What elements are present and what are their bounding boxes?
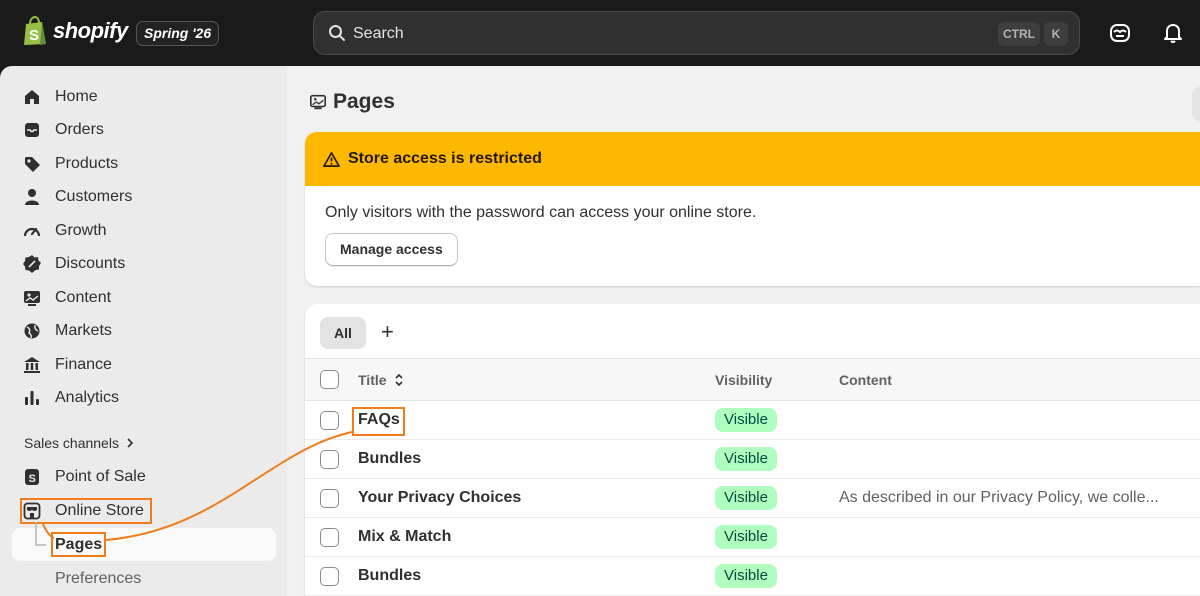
row-checkbox[interactable] (320, 489, 339, 508)
bar-chart-icon (25, 391, 39, 405)
pos-icon: S (25, 469, 39, 485)
visibility-badge: Visible (715, 525, 777, 549)
sidebar-item-label: Analytics (55, 389, 120, 406)
image-icon (309, 94, 327, 110)
bell-icon[interactable] (1161, 21, 1185, 45)
sidebar-item-products[interactable]: Products (22, 149, 118, 179)
edition-badge[interactable]: Spring '26 (136, 21, 220, 46)
sidebar-item-discounts[interactable]: Discounts (22, 249, 125, 279)
sidebar-item-label: Growth (55, 222, 107, 239)
sidebar-item-label: Orders (55, 121, 104, 138)
top-bar: S shopify Spring '26 Search CTRL K (0, 0, 1200, 66)
search-bar[interactable]: Search CTRL K (313, 11, 1080, 55)
pages-table-card: All + Title Visibility Content FAQs Visi… (305, 304, 1200, 596)
page-action-button[interactable] (1192, 87, 1200, 121)
row-checkbox[interactable] (320, 567, 339, 586)
select-all-checkbox[interactable] (320, 370, 339, 389)
image-icon (24, 291, 40, 306)
row-checkbox[interactable] (320, 528, 339, 547)
visibility-badge: Visible (715, 447, 777, 471)
sidebar-item-label: Products (55, 155, 119, 172)
table-row[interactable]: Your Privacy Choices Visible As describe… (305, 479, 1200, 518)
tag-icon (25, 157, 40, 172)
store-avatar-icon[interactable] (1108, 21, 1132, 45)
banner-title: Store access is restricted (348, 150, 542, 167)
sidebar-item-growth[interactable]: Growth (22, 216, 107, 246)
row-checkbox[interactable] (320, 411, 339, 430)
sales-channels-heading[interactable]: Sales channels (24, 435, 137, 451)
row-title[interactable]: Your Privacy Choices (358, 489, 521, 507)
row-checkbox[interactable] (320, 450, 339, 469)
row-title[interactable]: Bundles (358, 567, 421, 585)
table-header: Title Visibility Content (305, 358, 1200, 401)
highlight-faqs-row (352, 407, 405, 436)
bank-icon (24, 357, 40, 373)
svg-text:S: S (29, 27, 39, 44)
visibility-badge: Visible (715, 486, 777, 510)
sales-channels-label: Sales channels (24, 435, 119, 451)
sidebar-item-label: Customers (55, 188, 133, 205)
column-title-label: Title (358, 372, 387, 388)
sidebar-item-point-of-sale[interactable]: S Point of Sale (22, 462, 146, 492)
sidebar-item-home[interactable]: Home (22, 82, 98, 112)
sidebar-item-customers[interactable]: Customers (22, 182, 132, 212)
row-content: As described in our Privacy Policy, we c… (839, 489, 1159, 506)
store-access-banner: Store access is restricted Only visitors… (305, 132, 1200, 286)
sidebar-item-label: Content (55, 289, 112, 306)
manage-access-button[interactable]: Manage access (325, 233, 458, 266)
column-visibility-header: Visibility (715, 372, 773, 388)
sort-icon (395, 373, 403, 387)
page-title: Pages (333, 90, 395, 113)
sidebar-item-markets[interactable]: Markets (22, 316, 112, 346)
sidebar-item-analytics[interactable]: Analytics (22, 383, 119, 413)
sidebar-item-label: Markets (55, 322, 112, 339)
row-title[interactable]: Mix & Match (358, 528, 451, 546)
table-row[interactable]: FAQs Visible (305, 401, 1200, 440)
sidebar-item-label: Discounts (55, 255, 126, 272)
home-icon (25, 90, 39, 104)
search-icon (329, 25, 345, 41)
sidebar-item-label: Finance (55, 356, 112, 373)
table-row[interactable]: Bundles Visible (305, 557, 1200, 596)
warning-icon (323, 151, 340, 167)
visibility-badge: Visible (715, 564, 777, 588)
add-view-button[interactable]: + (381, 321, 394, 343)
brand-name: shopify (53, 18, 128, 43)
chevron-right-icon (127, 438, 134, 448)
main-content: Pages Store access is restricted Only vi… (287, 66, 1200, 596)
inbox-icon (25, 123, 39, 137)
search-placeholder: Search (353, 25, 404, 42)
page-header: Pages (309, 90, 395, 114)
highlight-pages-nav (51, 532, 106, 557)
sidebar-item-label: Home (55, 88, 98, 105)
shortcut-k-key: K (1044, 22, 1068, 46)
discount-icon (23, 255, 41, 273)
gauge-icon (23, 227, 41, 237)
table-row[interactable]: Bundles Visible (305, 440, 1200, 479)
shortcut-ctrl-key: CTRL (998, 22, 1040, 46)
sidebar-item-finance[interactable]: Finance (22, 350, 112, 380)
banner-body: Only visitors with the password can acce… (325, 204, 757, 221)
sidebar-item-content[interactable]: Content (22, 283, 111, 313)
person-icon (25, 189, 39, 205)
row-title[interactable]: Bundles (358, 450, 421, 468)
sidebar-item-label: Point of Sale (55, 468, 146, 485)
svg-text:S: S (29, 473, 36, 485)
table-row[interactable]: Mix & Match Visible (305, 518, 1200, 557)
column-title-header[interactable]: Title (358, 372, 405, 388)
shopify-logo[interactable]: S shopify (22, 16, 128, 46)
highlight-online-store (20, 498, 152, 524)
banner-header: Store access is restricted (305, 132, 1200, 186)
sidebar-item-orders[interactable]: Orders (22, 115, 104, 145)
sidebar-subitem-preferences[interactable]: Preferences (55, 570, 141, 588)
globe-icon (24, 323, 40, 339)
shopify-bag-icon: S (24, 16, 46, 45)
visibility-badge: Visible (715, 408, 777, 432)
column-content-header: Content (839, 372, 892, 388)
tab-all[interactable]: All (320, 317, 366, 349)
